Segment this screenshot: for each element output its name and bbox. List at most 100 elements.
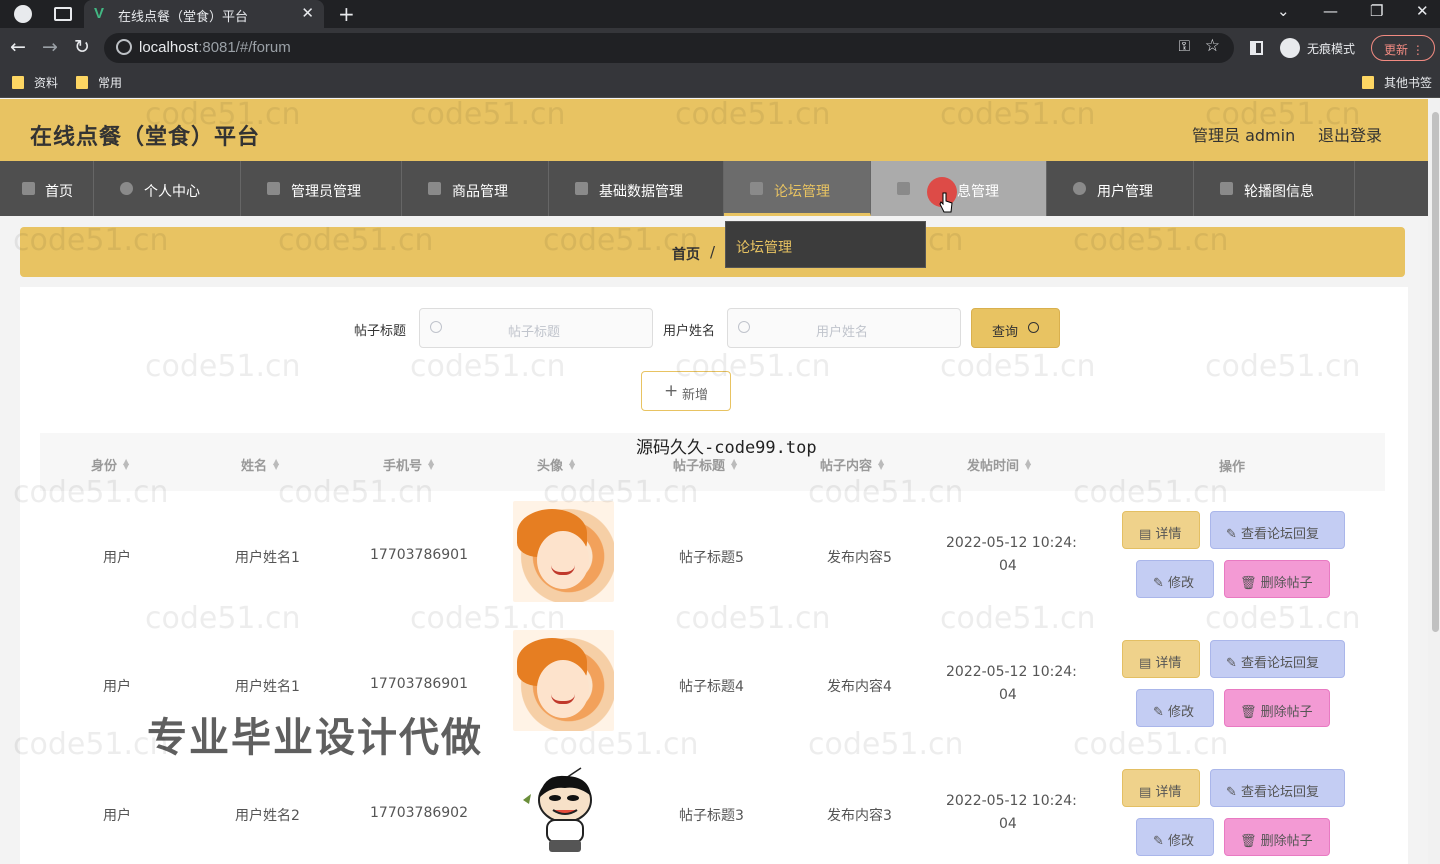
sort-icon: ▲ ▼ (878, 457, 885, 471)
cell-time: 2022-05-12 10:24: (946, 664, 1077, 680)
detail-button[interactable]: ▤ 详情 (1122, 769, 1200, 807)
view-replies-button[interactable]: ✎ 查看论坛回复 (1210, 640, 1345, 678)
browser-tab-active[interactable]: V 在线点餐（堂食）平台 ✕ (84, 0, 324, 28)
logout-link[interactable]: 退出登录 (1318, 122, 1382, 146)
restore-icon[interactable]: ❐ (1370, 2, 1383, 20)
view-replies-button[interactable]: ✎ 查看论坛回复 (1210, 769, 1345, 807)
cell-role: 用户 (103, 550, 131, 566)
view-replies-button[interactable]: ✎ 查看论坛回复 (1210, 511, 1345, 549)
browser-profile-icon[interactable] (14, 5, 32, 23)
submenu-item-forum[interactable]: 论坛管理 (736, 237, 792, 257)
cell-role: 用户 (103, 679, 131, 695)
detail-button[interactable]: ▤ 详情 (1122, 640, 1200, 678)
bookmark-star-icon[interactable]: ☆ (1205, 36, 1220, 56)
col-time[interactable]: 发帖时间 ▲ ▼ (967, 455, 1032, 475)
home-icon (22, 182, 35, 195)
forward-icon[interactable]: → (42, 36, 58, 58)
minimize-icon[interactable]: — (1323, 2, 1338, 20)
cell-time-seconds: 04 (999, 816, 1017, 832)
col-avatar[interactable]: 头像 ▲ ▼ (537, 455, 576, 475)
cell-time: 2022-05-12 10:24: (946, 535, 1077, 551)
tab-list-icon[interactable]: ⌄ (1277, 2, 1290, 20)
sort-icon: ▲ ▼ (1025, 457, 1032, 471)
password-key-icon[interactable]: ⚿ (1179, 37, 1190, 55)
cell-content: 发布内容4 (827, 679, 892, 695)
user-search-input[interactable]: 用户姓名 (727, 308, 961, 348)
menu-item-admins[interactable]: 管理员管理 (241, 161, 402, 216)
title-search-input[interactable]: 帖子标题 (419, 308, 653, 348)
cell-name: 用户姓名1 (235, 550, 300, 566)
tab-search-icon[interactable] (54, 7, 72, 21)
add-button[interactable]: + 新增 (641, 371, 731, 411)
cell-phone: 17703786901 (370, 676, 468, 692)
menu-item-notice[interactable]: 息管理 (871, 161, 1047, 216)
sort-icon: ▲ ▼ (273, 457, 280, 471)
reload-icon[interactable]: ↻ (74, 36, 90, 58)
title-search-label: 帖子标题 (354, 324, 407, 339)
admin-icon (267, 182, 280, 195)
menu-item-users[interactable]: 用户管理 (1047, 161, 1194, 216)
avatar-image (513, 760, 614, 860)
scrollbar-thumb[interactable] (1432, 112, 1439, 632)
search-icon (1028, 322, 1039, 333)
new-tab-button[interactable]: + (338, 2, 355, 26)
edit-button[interactable]: ✎ 修改 (1136, 560, 1214, 598)
vue-favicon-icon: V (94, 5, 105, 22)
cell-title: 帖子标题4 (679, 679, 744, 695)
menu-item-carousel[interactable]: 轮播图信息 (1194, 161, 1355, 216)
cell-time-seconds: 04 (999, 558, 1017, 574)
side-panel-icon[interactable] (1250, 41, 1263, 55)
cell-name: 用户姓名2 (235, 808, 300, 824)
cell-time-seconds: 04 (999, 687, 1017, 703)
cell-title: 帖子标题5 (679, 550, 744, 566)
breadcrumb-separator: / (710, 243, 716, 261)
other-bookmarks[interactable]: 其他书签 (1362, 74, 1432, 91)
menu-item-home[interactable]: 首页 (0, 161, 94, 216)
search-icon (738, 321, 750, 333)
app-title: 在线点餐（堂食）平台 (30, 125, 261, 150)
close-window-icon[interactable]: ✕ (1416, 2, 1429, 20)
back-icon[interactable]: ← (10, 36, 26, 58)
search-icon (430, 321, 442, 333)
sort-icon: ▲ ▼ (569, 457, 576, 471)
url-field[interactable]: localhost:8081/#/forum ⚿ ☆ (104, 33, 1234, 63)
col-role[interactable]: 身份 ▲ ▼ (91, 455, 129, 475)
col-content[interactable]: 帖子内容 ▲ ▼ (820, 455, 885, 475)
promo-watermark: 专业毕业设计代做 (147, 715, 483, 761)
delete-button[interactable]: 🗑 删除帖子 (1224, 689, 1330, 727)
avatar-image (513, 501, 614, 602)
query-button[interactable]: 查询 (971, 308, 1060, 348)
cell-title: 帖子标题3 (679, 808, 744, 824)
cell-content: 发布内容5 (827, 550, 892, 566)
url-text: localhost:8081/#/forum (139, 39, 291, 56)
edit-button[interactable]: ✎ 修改 (1136, 689, 1214, 727)
menu-item-goods[interactable]: 商品管理 (402, 161, 549, 216)
update-button[interactable]: 更新 ⋮ (1371, 35, 1435, 61)
browser-tab-bar: V 在线点餐（堂食）平台 ✕ + ⌄ — ❐ ✕ (0, 0, 1440, 28)
bookmark-folder-2[interactable]: 常用 (76, 74, 122, 91)
menu-item-forum[interactable]: 论坛管理 (724, 161, 871, 216)
plus-icon: + (664, 381, 679, 401)
cell-content: 发布内容3 (827, 808, 892, 824)
col-actions: 操作 (1219, 460, 1246, 475)
cell-role: 用户 (103, 808, 131, 824)
edit-button[interactable]: ✎ 修改 (1136, 818, 1214, 856)
detail-button[interactable]: ▤ 详情 (1122, 511, 1200, 549)
col-name[interactable]: 姓名 ▲ ▼ (241, 455, 280, 475)
user-search-label: 用户姓名 (663, 324, 716, 339)
cell-phone: 17703786902 (370, 805, 468, 821)
incognito-label: 无痕模式 (1307, 42, 1356, 56)
bookmark-folder-1[interactable]: 资料 (12, 74, 58, 91)
menu-item-profile[interactable]: 个人中心 (94, 161, 241, 216)
folder-icon (1362, 76, 1374, 89)
site-info-icon[interactable] (116, 39, 132, 55)
menu-item-base-data[interactable]: 基础数据管理 (549, 161, 724, 216)
main-menu: 首页 个人中心 管理员管理 商品管理 基础数据管理 论坛管理 息管理 用户管理 … (0, 161, 1428, 216)
tab-close-icon[interactable]: ✕ (301, 4, 314, 22)
col-phone[interactable]: 手机号 ▲ ▼ (383, 455, 434, 475)
delete-button[interactable]: 🗑 删除帖子 (1224, 818, 1330, 856)
breadcrumb-home[interactable]: 首页 (672, 244, 700, 264)
delete-button[interactable]: 🗑 删除帖子 (1224, 560, 1330, 598)
tab-title: 在线点餐（堂食）平台 (118, 10, 249, 25)
browser-address-bar: ← → ↻ localhost:8081/#/forum ⚿ ☆ 无痕模式 更新… (0, 28, 1440, 68)
